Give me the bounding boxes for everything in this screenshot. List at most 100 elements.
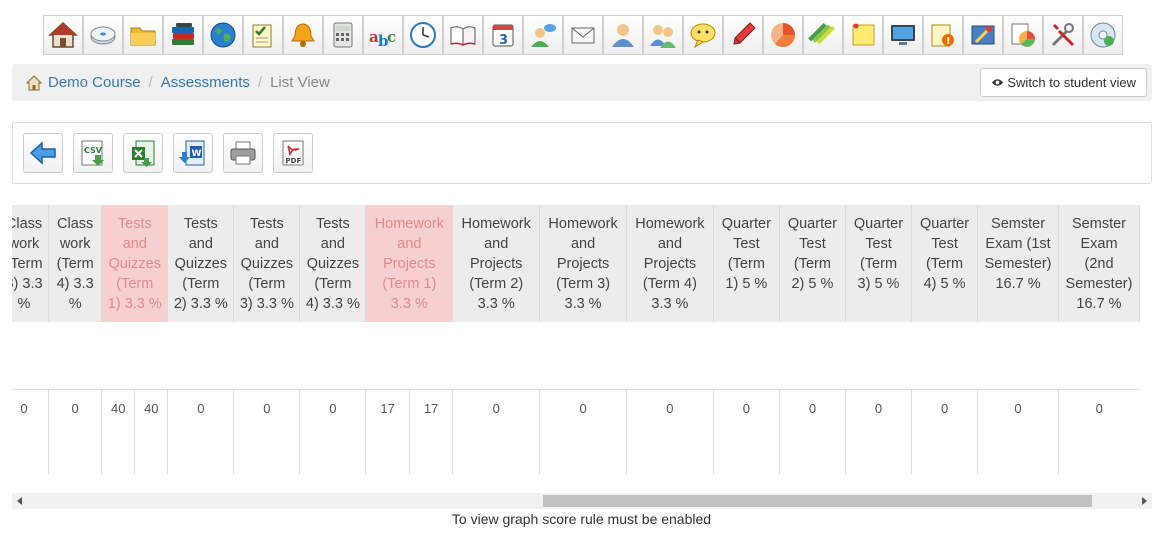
user-chat-icon	[531, 24, 556, 47]
home-tool[interactable]	[43, 15, 83, 55]
table-cell: 0	[12, 388, 50, 475]
column-header[interactable]: Tests and Quizzes (Term 2) 3.3 %	[167, 205, 235, 322]
pencil-tool[interactable]	[723, 15, 763, 55]
svg-text:3: 3	[499, 33, 508, 48]
tools-icon	[1051, 23, 1075, 47]
back-button[interactable]	[23, 133, 63, 173]
books-tool[interactable]	[163, 15, 203, 55]
word-export-icon: W	[179, 140, 205, 166]
table-header-row: Classwork(Term3) 3.3% Classwork(Term4) 3…	[12, 205, 1140, 322]
column-header[interactable]: Quarter Test (Term 4) 5 %	[911, 205, 979, 322]
books-icon	[172, 23, 194, 45]
bell-icon	[291, 23, 315, 47]
home-icon	[48, 21, 78, 48]
clock-tool[interactable]	[403, 15, 443, 55]
svg-text:PDF: PDF	[286, 157, 302, 165]
pencil-icon	[733, 22, 756, 45]
column-header-highlighted[interactable]: Homework and Projects (Term 1) 3.3 %	[365, 205, 454, 322]
pie-icon	[771, 23, 796, 48]
home-icon	[26, 74, 42, 90]
assessment-table: Classwork(Term3) 3.3% Classwork(Term4) 3…	[12, 205, 1140, 475]
reports-icon	[1011, 23, 1035, 47]
column-header[interactable]: Class work (Term 4) 3.3%	[48, 205, 103, 322]
assessment-table-viewport[interactable]: Classwork(Term3) 3.3% Classwork(Term4) 3…	[12, 205, 1152, 475]
sticky-note-tool[interactable]	[843, 15, 883, 55]
pie-tool[interactable]	[763, 15, 803, 55]
calculator-tool[interactable]	[323, 15, 363, 55]
column-header[interactable]: Homework and Projects (Term 3) 3.3 %	[539, 205, 627, 322]
settings-board-tool[interactable]	[963, 15, 1003, 55]
export-pdf-button[interactable]: PDF	[273, 133, 313, 173]
column-header[interactable]: Homework and Projects (Term 2) 3.3 %	[452, 205, 541, 322]
switch-to-student-view-label: Switch to student view	[1007, 75, 1136, 90]
users-tool[interactable]	[643, 15, 683, 55]
column-header[interactable]: Homework and Projects (Term 4) 3.3 %	[626, 205, 714, 322]
graph-score-note: To view graph score rule must be enabled	[451, 511, 712, 527]
envelope-tool[interactable]	[563, 15, 603, 55]
module-toolbar: abc 3 !	[43, 15, 1123, 55]
globe-tool[interactable]	[203, 15, 243, 55]
horizontal-scrollbar[interactable]	[12, 493, 1152, 509]
scroll-left-arrow-icon[interactable]	[17, 497, 22, 505]
user-tool[interactable]	[603, 15, 643, 55]
reports-tool[interactable]	[1003, 15, 1043, 55]
scrollbar-thumb[interactable]	[543, 495, 1092, 507]
column-header[interactable]: Quarter Test (Term 3) 5 %	[845, 205, 913, 322]
bell-tool[interactable]	[283, 15, 323, 55]
column-header[interactable]: Semster Exam (2nd Semester) 16.7 %	[1058, 205, 1140, 322]
monitor-tool[interactable]	[883, 15, 923, 55]
back-arrow-icon	[29, 141, 56, 165]
breadcrumb: Demo Course / Assessments / List View Sw…	[12, 64, 1152, 101]
disk-tool[interactable]	[83, 15, 123, 55]
export-word-button[interactable]: W	[173, 133, 213, 173]
checklist-icon	[252, 24, 272, 48]
spelling-tool[interactable]: abc	[363, 15, 403, 55]
pdf-export-icon: PDF	[282, 140, 304, 166]
breadcrumb-separator: /	[148, 74, 153, 91]
table-cell-part: 17	[423, 400, 439, 416]
table-cell: 0	[845, 388, 913, 475]
column-header[interactable]: Classwork(Term3) 3.3%	[12, 205, 50, 322]
globe-icon	[210, 22, 236, 48]
folder-tool[interactable]	[123, 15, 163, 55]
user-chat-tool[interactable]	[523, 15, 563, 55]
breadcrumb-demo-course[interactable]: Demo Course	[48, 74, 141, 91]
table-cell: 0	[626, 388, 714, 475]
notice-icon: !	[931, 24, 954, 47]
breadcrumb-assessments[interactable]: Assessments	[161, 74, 250, 91]
column-header[interactable]: Quarter Test (Term 2) 5 %	[779, 205, 846, 322]
disc-tool[interactable]	[1083, 15, 1123, 55]
svg-text:W: W	[192, 149, 202, 159]
table-cell-part: 40	[102, 389, 136, 475]
scroll-right-arrow-icon[interactable]	[1142, 497, 1147, 505]
table-cell: 0	[233, 388, 301, 475]
column-header[interactable]: Tests and Quizzes (Term 3) 3.3 %	[233, 205, 301, 322]
speech-bubble-tool[interactable]	[683, 15, 723, 55]
switch-to-student-view-button[interactable]: Switch to student view	[980, 68, 1147, 97]
svg-text:!: !	[946, 36, 951, 47]
disc-icon	[1090, 22, 1116, 48]
column-header-highlighted[interactable]: Tests and Quizzes (Term 1) 3.3 %	[101, 205, 169, 322]
table-cell: 0	[779, 388, 846, 475]
svg-text:c: c	[387, 28, 396, 46]
notice-tool[interactable]: !	[923, 15, 963, 55]
column-header[interactable]: Semster Exam (1st Semester) 16.7 %	[977, 205, 1059, 322]
folder-icon	[130, 27, 156, 46]
table-cell: 0	[299, 388, 367, 475]
table-cell-part: 17	[366, 389, 410, 475]
tools-tool[interactable]	[1043, 15, 1083, 55]
export-excel-button[interactable]	[123, 133, 163, 173]
crayons-tool[interactable]	[803, 15, 843, 55]
table-spacer-row	[12, 322, 1140, 389]
print-button[interactable]	[223, 133, 263, 173]
open-book-tool[interactable]	[443, 15, 483, 55]
calendar-tool[interactable]: 3	[483, 15, 523, 55]
column-header[interactable]: Quarter Test (Term 1) 5 %	[713, 205, 780, 322]
export-csv-button[interactable]: CSV	[73, 133, 113, 173]
table-row: 0 0 40 40 0 0 0 17 17 0 0 0 0 0 0 0 0 0	[12, 388, 1140, 475]
checklist-tool[interactable]	[243, 15, 283, 55]
column-header[interactable]: Tests and Quizzes (Term 4) 3.3 %	[299, 205, 367, 322]
table-cell: 0	[452, 388, 541, 475]
table-cell: 0	[977, 388, 1059, 475]
sticky-note-icon	[852, 23, 875, 46]
